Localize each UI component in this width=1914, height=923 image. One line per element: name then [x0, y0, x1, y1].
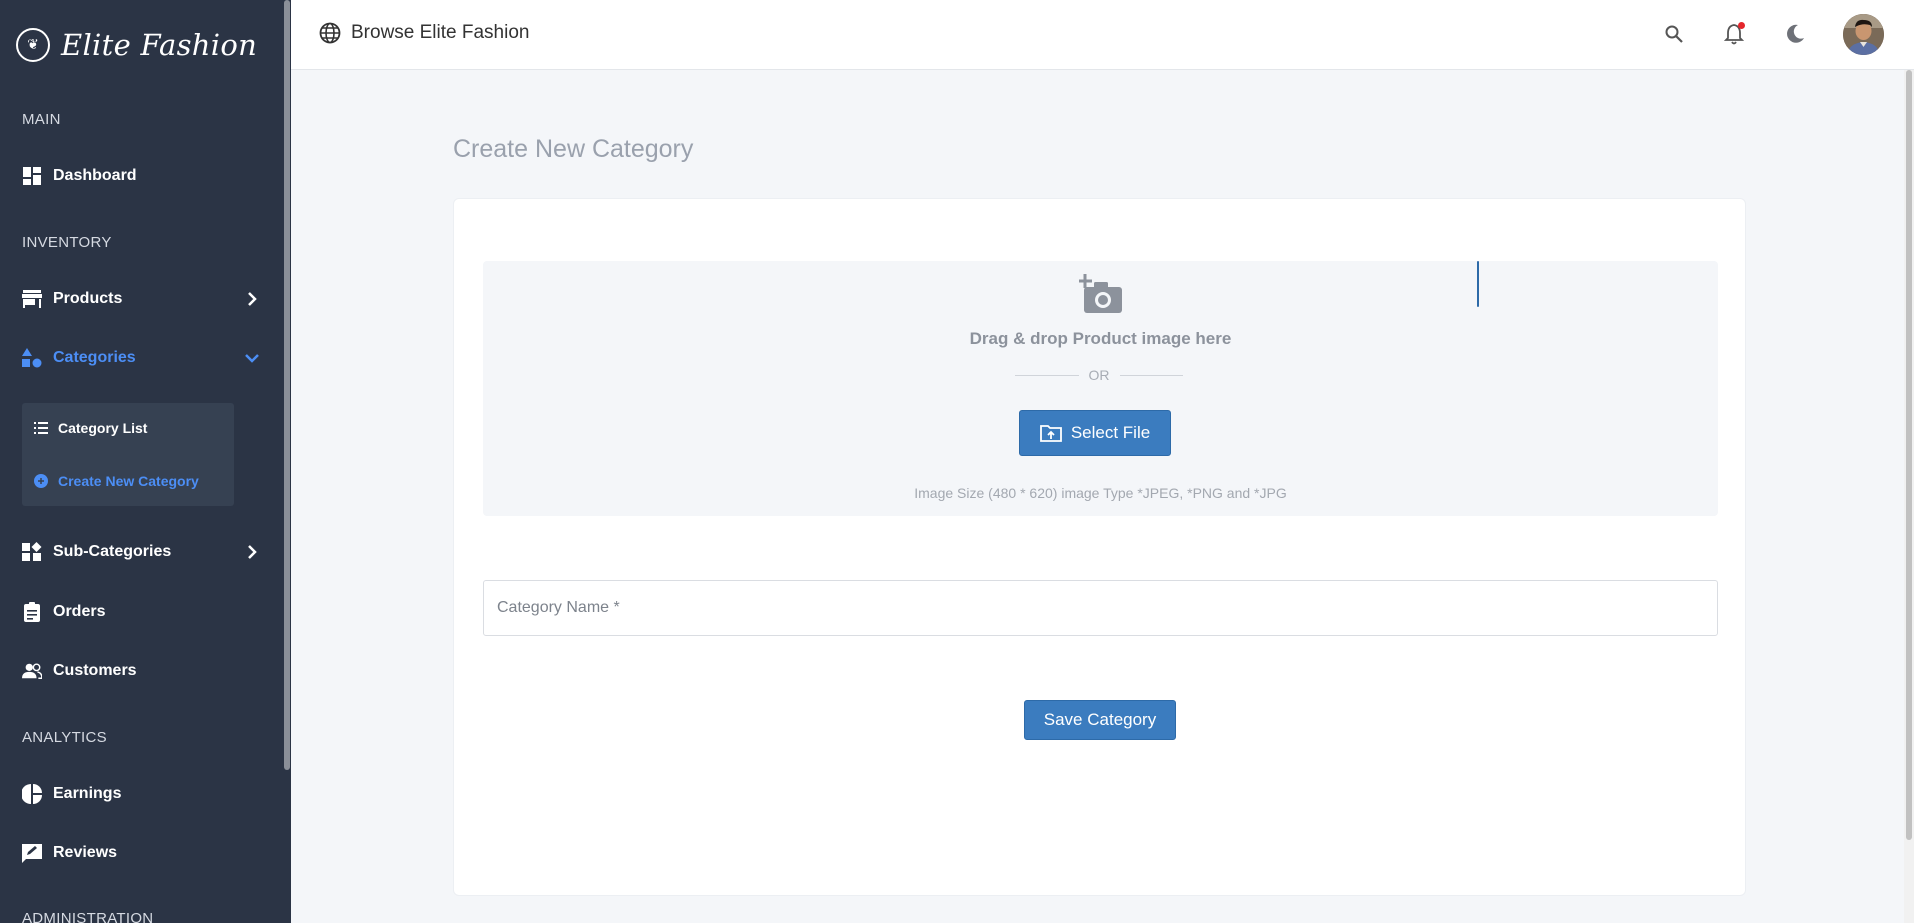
pie-chart-icon [22, 784, 42, 804]
image-size-hint: Image Size (480 * 620) image Type *JPEG,… [914, 485, 1287, 501]
sidebar-item-customers[interactable]: Customers [22, 656, 262, 686]
sidebar-scrollbar[interactable] [283, 0, 291, 923]
sidebar-item-reviews[interactable]: Reviews [22, 838, 262, 868]
select-file-button[interactable]: Select File [1019, 410, 1171, 456]
clipboard-icon [22, 602, 42, 622]
people-icon [22, 661, 42, 681]
sidebar-item-orders[interactable]: Orders [22, 597, 262, 627]
sidebar-item-categories[interactable]: Categories [22, 343, 262, 373]
search-icon [1665, 25, 1683, 43]
dropzone-text: Drag & drop Product image here [969, 329, 1232, 348]
submenu-item-create-category[interactable]: Create New Category [34, 473, 199, 489]
shapes-icon [22, 348, 42, 368]
section-main: MAIN [22, 111, 61, 128]
section-administration: ADMINISTRATION [22, 910, 154, 923]
chevron-right-icon [248, 545, 257, 559]
or-divider: OR [1015, 367, 1183, 383]
add-photo-icon [1079, 274, 1122, 313]
sidebar-item-dashboard[interactable]: Dashboard [22, 161, 262, 191]
save-category-label: Save Category [1043, 710, 1157, 729]
submenu-item-label: Category List [58, 420, 148, 436]
sidebar-item-label: Products [53, 290, 123, 307]
sidebar-item-earnings[interactable]: Earnings [22, 779, 262, 809]
or-text: OR [1088, 367, 1110, 383]
dashboard-icon [22, 166, 42, 186]
page-title: Create New Category [453, 135, 694, 163]
submenu-item-label: Create New Category [58, 473, 199, 489]
notifications-button[interactable] [1722, 22, 1746, 46]
sidebar-item-products[interactable]: Products [22, 284, 262, 314]
categories-submenu: Category List Create New Category [22, 403, 234, 506]
sidebar-item-label: Orders [53, 603, 106, 620]
sidebar: ❦ Elite Fashion MAIN Dashboard INVENTORY… [0, 0, 291, 923]
select-file-label: Select File [1070, 423, 1151, 442]
submenu-item-category-list[interactable]: Category List [34, 420, 147, 436]
sidebar-item-subcategories[interactable]: Sub-Categories [22, 537, 262, 567]
page-scrollbar[interactable] [1904, 70, 1914, 923]
moon-icon [1787, 24, 1804, 43]
section-inventory: INVENTORY [22, 234, 112, 251]
sidebar-item-label: Customers [53, 662, 137, 679]
folder-upload-icon [1039, 425, 1062, 442]
top-header: Browse Elite Fashion [291, 0, 1914, 70]
sidebar-item-label: Reviews [53, 844, 118, 861]
widgets-icon [22, 542, 42, 562]
sidebar-item-label: Earnings [53, 785, 122, 802]
add-circle-icon [34, 474, 48, 488]
list-icon [34, 421, 48, 435]
brand-name: Elite Fashion [61, 28, 258, 62]
store-icon [22, 289, 42, 309]
rate-review-icon [22, 843, 42, 863]
globe-icon [319, 22, 341, 44]
theme-toggle-button[interactable] [1783, 22, 1807, 46]
search-button[interactable] [1662, 22, 1686, 46]
notification-dot [1738, 22, 1745, 29]
image-dropzone[interactable]: Drag & drop Product image here OR Select… [483, 261, 1718, 516]
chevron-right-icon [248, 292, 257, 306]
brand-logo: ❦ [16, 28, 50, 62]
category-name-input[interactable] [483, 580, 1718, 636]
save-category-button[interactable]: Save Category [1024, 700, 1176, 740]
browse-label: Browse Elite Fashion [351, 22, 530, 43]
section-analytics: ANALYTICS [22, 729, 107, 746]
chevron-down-icon [245, 354, 259, 363]
sidebar-item-label: Dashboard [53, 167, 137, 184]
brand[interactable]: ❦ Elite Fashion [16, 28, 257, 62]
browse-link[interactable]: Browse Elite Fashion [319, 22, 529, 44]
create-category-card: Drag & drop Product image here OR Select… [453, 198, 1746, 896]
sidebar-item-label: Categories [53, 349, 136, 366]
avatar[interactable] [1843, 14, 1884, 55]
sidebar-item-label: Sub-Categories [53, 543, 172, 560]
